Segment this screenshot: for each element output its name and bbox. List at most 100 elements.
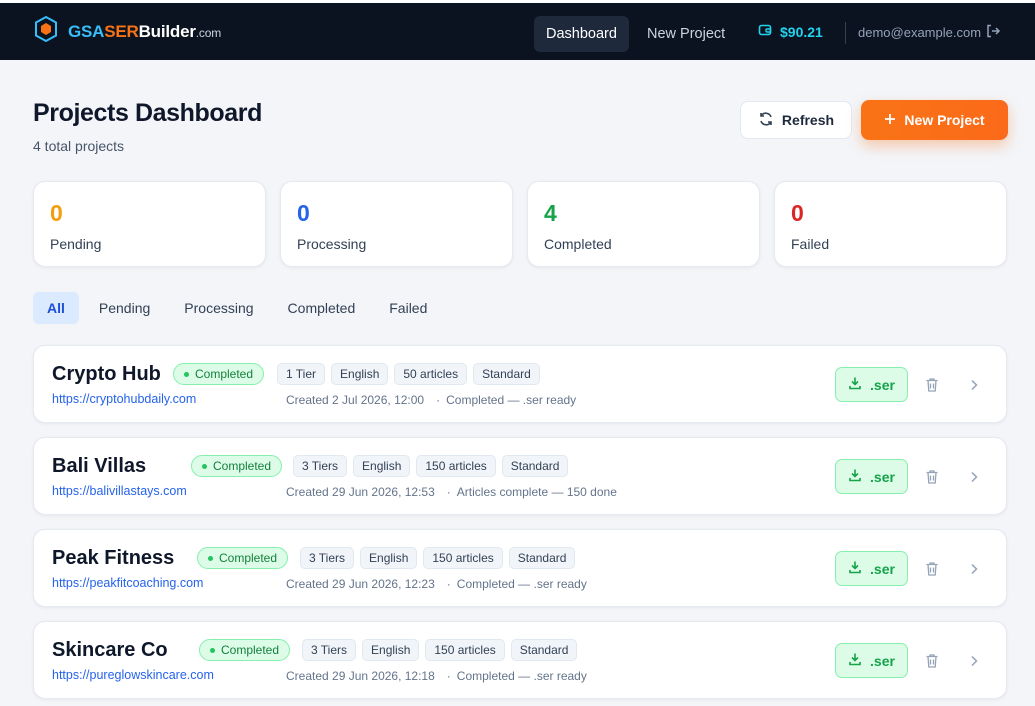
- chevron-right-icon[interactable]: [964, 375, 984, 395]
- refresh-label: Refresh: [781, 112, 835, 128]
- created-date: Created 2 Jul 2026, 12:00: [286, 393, 425, 407]
- filter-pending[interactable]: Pending: [85, 292, 164, 324]
- filter-processing[interactable]: Processing: [170, 292, 267, 324]
- delete-trash-icon[interactable]: [922, 559, 942, 579]
- status-badge: Completed: [173, 363, 265, 385]
- chevron-right-icon[interactable]: [964, 559, 984, 579]
- delete-trash-icon[interactable]: [922, 375, 942, 395]
- nav-divider: [845, 22, 846, 44]
- project-state: Completed — .ser ready: [456, 669, 587, 683]
- brand-name: GSASERBuilder.com: [68, 22, 221, 42]
- download-label: .ser: [870, 468, 895, 485]
- project-state: Articles complete — 150 done: [456, 485, 617, 499]
- download-ser-button[interactable]: .ser: [835, 459, 908, 494]
- stat-label: Processing: [297, 236, 367, 252]
- project-name: Peak Fitness: [52, 547, 175, 569]
- tag-articles: 150 articles: [423, 547, 503, 569]
- meta-separator: ·: [446, 485, 451, 499]
- project-url[interactable]: https://peakfitcoaching.com: [52, 576, 203, 590]
- download-ser-button[interactable]: .ser: [835, 551, 908, 586]
- stat-label: Pending: [50, 236, 102, 252]
- brand-gsa: GSA: [68, 21, 105, 41]
- project-meta: Created 29 Jun 2026, 12:53 · Articles comp…: [286, 485, 617, 499]
- stat-label: Completed: [544, 236, 612, 252]
- chevron-right-icon[interactable]: [964, 651, 984, 671]
- tag-tiers: 1 Tier: [277, 363, 326, 385]
- status-text: Completed: [221, 643, 280, 657]
- balance-amount: $90.21: [780, 23, 823, 40]
- filter-failed[interactable]: Failed: [375, 292, 441, 324]
- page-title: Projects Dashboard: [33, 99, 262, 127]
- project-card[interactable]: Skincare Co Completed 3 Tiers English 15…: [33, 621, 1007, 699]
- nav-new-project[interactable]: New Project: [635, 16, 737, 52]
- brand-logo[interactable]: GSASERBuilder.com: [34, 15, 221, 47]
- tag-language: English: [362, 639, 420, 661]
- tag-language: English: [331, 363, 389, 385]
- stat-value: 0: [791, 200, 804, 226]
- chevron-right-icon[interactable]: [964, 467, 984, 487]
- status-text: Completed: [213, 459, 272, 473]
- refresh-button[interactable]: Refresh: [740, 101, 852, 139]
- stat-value: 0: [50, 200, 63, 226]
- created-date: Created 29 Jun 2026, 12:23: [286, 577, 435, 591]
- project-name: Bali Villas: [52, 455, 147, 477]
- download-icon: [848, 468, 862, 485]
- meta-separator: ·: [446, 669, 451, 683]
- status-dot: [184, 371, 189, 377]
- project-card[interactable]: Peak Fitness Completed 3 Tiers English 1…: [33, 529, 1007, 607]
- project-url[interactable]: https://cryptohubdaily.com: [52, 392, 196, 406]
- new-project-button[interactable]: New Project: [861, 100, 1008, 140]
- tag-language: English: [360, 547, 418, 569]
- project-meta: Created 29 Jun 2026, 12:18 · Completed — .…: [286, 669, 587, 683]
- project-tags: 1 Tier English 50 articles Standard: [277, 363, 540, 385]
- balance[interactable]: $90.21: [758, 23, 823, 40]
- delete-trash-icon[interactable]: [922, 651, 942, 671]
- download-ser-button[interactable]: .ser: [835, 643, 908, 678]
- download-label: .ser: [870, 560, 895, 577]
- hexagon-logo-icon: [34, 15, 58, 47]
- new-project-label: New Project: [904, 112, 985, 128]
- delete-trash-icon[interactable]: [922, 467, 942, 487]
- wallet-icon: [758, 23, 772, 40]
- project-name: Crypto Hub: [52, 363, 161, 385]
- tag-quality: Standard: [501, 455, 569, 477]
- download-label: .ser: [870, 376, 895, 393]
- project-state: Completed — .ser ready: [446, 393, 577, 407]
- filter-all[interactable]: All: [33, 292, 79, 324]
- refresh-icon: [758, 111, 774, 130]
- project-tags: 3 Tiers English 150 articles Standard: [302, 639, 578, 661]
- tag-articles: 150 articles: [416, 455, 496, 477]
- tag-quality: Standard: [508, 547, 576, 569]
- download-icon: [848, 560, 862, 577]
- top-navbar: GSASERBuilder.com Dashboard New Project …: [0, 0, 1035, 60]
- project-url[interactable]: https://balivillastays.com: [52, 484, 187, 498]
- download-ser-button[interactable]: .ser: [835, 367, 908, 402]
- stat-label: Failed: [791, 236, 830, 252]
- download-icon: [848, 376, 862, 393]
- status-badge: Completed: [197, 547, 289, 569]
- nav-dashboard[interactable]: Dashboard: [534, 16, 629, 52]
- tag-tiers: 3 Tiers: [300, 547, 355, 569]
- created-date: Created 29 Jun 2026, 12:53: [286, 485, 435, 499]
- created-date: Created 29 Jun 2026, 12:18: [286, 669, 435, 683]
- meta-separator: ·: [446, 577, 451, 591]
- project-card[interactable]: Crypto Hub Completed 1 Tier English 50 a…: [33, 345, 1007, 423]
- stat-card-failed: 0 Failed: [774, 181, 1007, 267]
- status-badge: Completed: [191, 455, 283, 477]
- brand-builder: Builder: [138, 21, 196, 41]
- filter-completed[interactable]: Completed: [274, 292, 370, 324]
- project-state: Completed — .ser ready: [456, 577, 587, 591]
- project-tags: 3 Tiers English 150 articles Standard: [300, 547, 576, 569]
- project-url[interactable]: https://pureglowskincare.com: [52, 668, 214, 682]
- stat-value: 4: [544, 200, 557, 226]
- plus-icon: [884, 112, 896, 128]
- tag-articles: 150 articles: [425, 639, 505, 661]
- stat-card-processing: 0 Processing: [280, 181, 513, 267]
- project-meta: Created 29 Jun 2026, 12:23 · Completed — .…: [286, 577, 587, 591]
- project-card[interactable]: Bali Villas Completed 3 Tiers English 15…: [33, 437, 1007, 515]
- project-tags: 3 Tiers English 150 articles Standard: [293, 455, 569, 477]
- download-icon: [848, 652, 862, 669]
- logout-icon[interactable]: [985, 23, 1001, 42]
- user-menu[interactable]: demo@example.com: [858, 23, 1001, 42]
- tag-articles: 50 articles: [394, 363, 468, 385]
